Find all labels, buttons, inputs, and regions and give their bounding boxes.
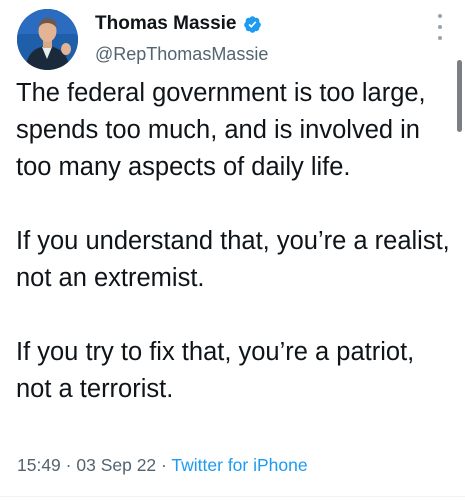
tweet-time[interactable]: 15:49 [17, 455, 61, 475]
author-name-row[interactable]: Thomas Massie [95, 13, 262, 35]
more-dot [438, 14, 442, 18]
tweet-metadata: 15:49 · 03 Sep 22 · Twitter for iPhone [17, 455, 308, 476]
more-options-icon[interactable] [435, 14, 445, 40]
verified-badge-icon [243, 15, 262, 34]
tweet-date[interactable]: 03 Sep 22 [76, 455, 156, 475]
tweet-text: The federal government is too large, spe… [16, 75, 451, 408]
more-dot [438, 36, 442, 40]
author-display-name[interactable]: Thomas Massie [95, 13, 237, 35]
tweet-source-link[interactable]: Twitter for iPhone [171, 455, 307, 475]
tweet-paragraph: The federal government is too large, spe… [16, 79, 426, 181]
scrollbar[interactable] [457, 60, 462, 132]
divider [0, 496, 465, 497]
meta-separator: · [65, 455, 72, 475]
more-dot [438, 25, 442, 29]
tweet-paragraph: If you try to fix that, you’re a patriot… [16, 338, 415, 403]
meta-separator: · [161, 455, 167, 475]
author-handle[interactable]: @RepThomasMassie [95, 44, 268, 65]
tweet-card: Thomas Massie @RepThomasMassie The feder… [0, 0, 465, 500]
avatar[interactable] [17, 9, 78, 70]
tweet-paragraph: If you understand that, you’re a realist… [16, 227, 450, 292]
